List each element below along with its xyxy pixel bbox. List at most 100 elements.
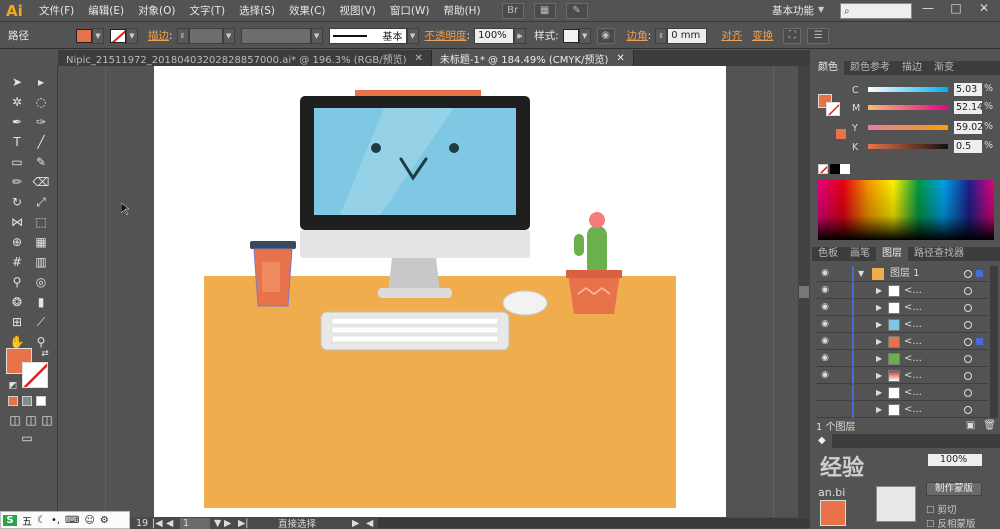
ime-mode[interactable]: 五	[22, 513, 32, 528]
transform-link[interactable]: 变换	[752, 28, 773, 43]
magenta-value[interactable]: 52.14	[954, 101, 983, 114]
menu-file[interactable]: 文件(F)	[32, 3, 81, 18]
brush-definition[interactable]: 基本	[328, 27, 407, 44]
artboard[interactable]	[154, 66, 726, 517]
menu-edit[interactable]: 编辑(E)	[81, 3, 131, 18]
expand-toggle[interactable]: ▶	[876, 283, 882, 299]
yellow-track[interactable]	[868, 125, 948, 130]
stroke-weight-dropdown[interactable]: ▼	[222, 27, 235, 44]
stroke-color-box[interactable]	[22, 362, 48, 388]
keyboard-icon[interactable]: ⌨	[65, 515, 79, 526]
expand-toggle[interactable]: ▶	[876, 334, 882, 350]
sublayer-row[interactable]: ▶ <...	[816, 402, 988, 418]
tab-gradient[interactable]: 渐变	[928, 61, 960, 75]
previous-artboard-button[interactable]: ◀	[166, 518, 180, 529]
sublayer-row[interactable]: ◉ ▶ <...	[816, 300, 988, 316]
invert-mask-checkbox[interactable]: ☐ 反相蒙版	[926, 516, 976, 529]
gradient-tool-icon[interactable]: ▥	[32, 254, 50, 270]
selection-tool-icon[interactable]: ➤	[8, 74, 26, 90]
tab-layers[interactable]: 图层	[876, 247, 908, 261]
scroll-left-button[interactable]: ◀	[366, 518, 378, 529]
tab-pathfinder[interactable]: 路径查找器	[908, 247, 970, 261]
target-icon[interactable]	[964, 338, 972, 346]
artboard-number[interactable]: 1	[180, 517, 210, 529]
artboard-dropdown[interactable]: ▼	[210, 518, 224, 529]
stroke-weight-stepper[interactable]: ⇕	[176, 27, 189, 44]
eye-icon[interactable]: ◉	[819, 268, 831, 280]
tab-brushes[interactable]: 画笔	[844, 247, 876, 261]
layers-scrollbar[interactable]	[990, 266, 998, 418]
yellow-value[interactable]: 59.02	[954, 121, 983, 134]
expand-toggle[interactable]: ▶	[876, 385, 882, 401]
corner-stepper[interactable]: ⇕	[655, 27, 668, 44]
stroke-dropdown[interactable]: ▼	[126, 27, 138, 44]
zoom-level[interactable]: 19	[130, 518, 152, 529]
target-icon[interactable]	[964, 372, 972, 380]
target-icon[interactable]	[964, 321, 972, 329]
gpu-preview-icon[interactable]: ✎	[565, 2, 588, 19]
target-icon[interactable]	[964, 406, 972, 414]
curvature-tool-icon[interactable]: ✑	[32, 114, 50, 130]
cyan-value[interactable]: 5.03	[954, 83, 982, 96]
none-mode-icon[interactable]	[36, 396, 46, 406]
corner-label[interactable]: 边角	[627, 28, 648, 43]
menu-type[interactable]: 文字(T)	[183, 3, 233, 18]
mesh-tool-icon[interactable]: #	[8, 254, 26, 270]
close-icon[interactable]: ✕	[415, 53, 423, 64]
paintbrush-tool-icon[interactable]: ✎	[32, 154, 50, 170]
color-mode-icon[interactable]	[8, 396, 18, 406]
cyan-slider[interactable]: C 5.03 %	[812, 83, 1000, 97]
swap-colors-icon[interactable]: ⇄	[36, 346, 54, 362]
chevron-down-icon[interactable]: ▼	[818, 5, 824, 14]
type-tool-icon[interactable]: T	[8, 134, 26, 150]
menu-view[interactable]: 视图(V)	[333, 3, 383, 18]
tab-untitled-document[interactable]: 未标题-1* @ 184.49% (CMYK/预览) ✕	[431, 50, 634, 66]
selection-indicator[interactable]	[976, 338, 983, 345]
magic-wand-tool-icon[interactable]: ✲	[8, 94, 26, 110]
first-artboard-button[interactable]: |◀	[152, 518, 166, 529]
menu-window[interactable]: 窗口(W)	[383, 3, 437, 18]
menu-effect[interactable]: 效果(C)	[282, 3, 333, 18]
layer-row-top[interactable]: ◉ ▼ 图层 1	[816, 266, 988, 282]
make-mask-button[interactable]: 制作蒙版	[926, 482, 982, 496]
isolate-icon[interactable]: ⛶	[783, 27, 802, 44]
variable-width-profile[interactable]	[240, 27, 311, 44]
magenta-track[interactable]	[868, 105, 948, 110]
target-icon[interactable]	[964, 304, 972, 312]
next-artboard-button[interactable]: ▶	[224, 518, 238, 529]
opacity-label[interactable]: 不透明度	[425, 28, 467, 43]
bridge-button[interactable]: Br	[501, 2, 524, 19]
lasso-tool-icon[interactable]: ◌	[32, 94, 50, 110]
target-icon[interactable]	[964, 287, 972, 295]
close-button[interactable]: ✕	[972, 1, 996, 19]
rotate-tool-icon[interactable]: ↻	[8, 194, 26, 210]
expand-toggle[interactable]: ▶	[876, 317, 882, 333]
symbol-sprayer-tool-icon[interactable]: ❂	[8, 294, 26, 310]
menu-object[interactable]: 对象(O)	[131, 3, 182, 18]
graphic-style-dropdown[interactable]: ▼	[578, 27, 591, 44]
stroke-swatch[interactable]	[110, 28, 126, 43]
line-tool-icon[interactable]: ╱	[32, 134, 50, 150]
sublayer-row[interactable]: ▶ <...	[816, 385, 988, 401]
pen-tool-icon[interactable]: ✒	[8, 114, 26, 130]
sublayer-row[interactable]: ◉ ▶ <...	[816, 368, 988, 384]
workspace-switcher[interactable]: 基本功能	[772, 3, 814, 18]
menu-select[interactable]: 选择(S)	[232, 3, 282, 18]
default-colors-icon[interactable]: ◩	[4, 378, 22, 394]
artboard-tool-icon[interactable]: ⊞	[8, 314, 26, 330]
tab-color-guide[interactable]: 颜色参考	[844, 61, 896, 75]
black-swatch[interactable]	[830, 164, 840, 174]
column-graph-tool-icon[interactable]: ▮	[32, 294, 50, 310]
recolor-icon[interactable]: ◉	[596, 27, 615, 44]
status-menu-arrow[interactable]: ▶	[352, 518, 366, 529]
punctuation-icon[interactable]: •,	[51, 515, 60, 526]
tools-icon[interactable]: ⚙	[100, 515, 109, 526]
scroll-thumb[interactable]	[799, 286, 809, 298]
white-swatch[interactable]	[840, 164, 850, 174]
sublayer-row[interactable]: ◉ ▶ <...	[816, 317, 988, 333]
opacity-dropdown[interactable]: ▶	[514, 27, 527, 44]
vertical-scrollbar[interactable]	[798, 66, 810, 517]
fill-dropdown[interactable]: ▼	[92, 27, 104, 44]
yellow-slider[interactable]: Y 59.02 %	[812, 121, 1000, 135]
selection-indicator[interactable]	[976, 270, 983, 277]
